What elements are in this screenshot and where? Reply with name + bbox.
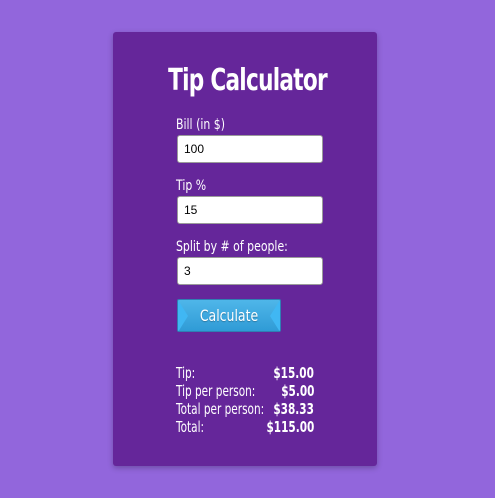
button-left-chevron <box>178 300 188 331</box>
result-row-tip: Tip: $15.00 <box>176 364 314 382</box>
tip-per-person-value: $5.00 <box>280 382 314 400</box>
bill-input[interactable] <box>177 135 323 163</box>
tip-percent-label: Tip % <box>176 178 207 194</box>
tip-result-value: $15.00 <box>273 364 314 382</box>
page-title: Tip Calculator <box>168 63 328 98</box>
bill-label: Bill (in $) <box>176 117 225 133</box>
result-row-total-per-person: Total per person: $38.33 <box>176 400 314 418</box>
split-input[interactable] <box>177 257 323 285</box>
total-per-person-value: $38.33 <box>273 400 314 418</box>
total-value: $115.00 <box>266 418 314 436</box>
calculate-button-label: Calculate <box>199 306 259 325</box>
button-right-chevron <box>270 300 280 331</box>
total-label: Total: <box>176 418 205 436</box>
result-row-tip-per-person: Tip per person: $5.00 <box>176 382 314 400</box>
result-row-total: Total: $115.00 <box>176 418 314 436</box>
tip-result-label: Tip: <box>176 364 196 382</box>
calculate-button[interactable]: Calculate <box>177 299 281 332</box>
results-panel: Tip: $15.00 Tip per person: $5.00 Total … <box>176 364 314 436</box>
split-label: Split by # of people: <box>176 239 288 255</box>
tip-per-person-label: Tip per person: <box>176 382 256 400</box>
tip-percent-input[interactable] <box>177 196 323 224</box>
total-per-person-label: Total per person: <box>176 400 265 418</box>
